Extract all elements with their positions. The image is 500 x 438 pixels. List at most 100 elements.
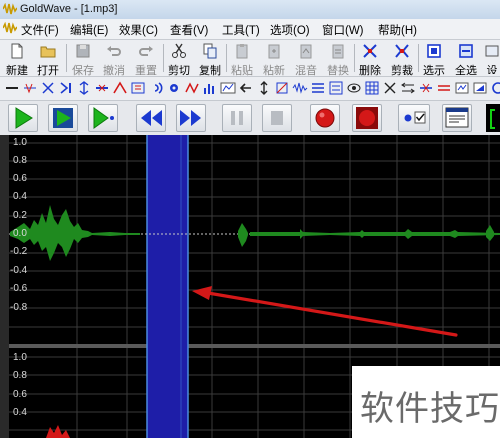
cut-label: 剪切: [168, 65, 190, 77]
paste-new-label: 粘新: [263, 65, 285, 77]
tick-label: 0.8: [13, 155, 27, 166]
align-icon[interactable]: [130, 80, 146, 96]
replace-button[interactable]: 替换: [325, 42, 351, 77]
trim-button[interactable]: 剪裁: [389, 42, 415, 77]
rewind-button[interactable]: [136, 104, 166, 132]
fast-forward-icon: [180, 110, 201, 126]
pause-button[interactable]: [222, 104, 252, 132]
new-file-icon: [11, 43, 23, 59]
select-display-button[interactable]: 选示: [421, 42, 447, 77]
resample-icon[interactable]: [328, 80, 344, 96]
play-from-cursor-button[interactable]: [88, 104, 118, 132]
pause-icon: [231, 111, 243, 125]
time-display: [486, 104, 500, 132]
volume-icon[interactable]: [472, 80, 488, 96]
document-menu-icon[interactable]: [3, 22, 17, 34]
undo-button[interactable]: 撤消: [101, 42, 127, 77]
play-button[interactable]: [8, 104, 38, 132]
new-label: 新建: [6, 65, 28, 77]
paste-clipboard-icon: [236, 44, 248, 59]
copy-button[interactable]: 复制: [197, 42, 223, 77]
watermark: 软件技巧: [352, 366, 500, 438]
compress-icon[interactable]: [94, 80, 110, 96]
menu-window[interactable]: 窗口(W): [322, 22, 364, 38]
silence-icon[interactable]: [418, 80, 434, 96]
invert-icon[interactable]: [274, 80, 290, 96]
play-selection-button[interactable]: [48, 104, 78, 132]
fade-icon[interactable]: [58, 80, 74, 96]
menu-view[interactable]: 查看(V): [170, 22, 208, 38]
monitor-checkbox-icon: [404, 111, 426, 124]
dash-icon[interactable]: [4, 80, 20, 96]
arrow-left-icon[interactable]: [238, 80, 254, 96]
pan-icon[interactable]: [382, 80, 398, 96]
select-all-button[interactable]: 全选: [453, 42, 479, 77]
monitor-toggle-button[interactable]: [398, 104, 430, 132]
separator: [418, 44, 419, 72]
stereo-icon[interactable]: [436, 80, 452, 96]
echo-icon[interactable]: [148, 80, 164, 96]
record-button[interactable]: [310, 104, 340, 132]
grid-icon[interactable]: [364, 80, 380, 96]
new-button[interactable]: 新建: [4, 42, 30, 77]
trim-icon: [395, 44, 409, 58]
selection-region: [147, 135, 188, 438]
open-folder-icon: [40, 46, 56, 58]
menu-tools[interactable]: 工具(T): [222, 22, 260, 38]
open-button[interactable]: 打开: [34, 42, 62, 77]
expand-icon[interactable]: [76, 80, 92, 96]
dc-offset-icon[interactable]: [22, 80, 38, 96]
select-all-icon: [459, 44, 473, 58]
reverse-icon[interactable]: [400, 80, 416, 96]
menu-options[interactable]: 选项(O): [270, 22, 310, 38]
paste-new-icon: [268, 44, 280, 59]
stop-button[interactable]: [262, 104, 292, 132]
spectrum-icon[interactable]: [220, 80, 236, 96]
bounce-icon[interactable]: [112, 80, 128, 96]
window-properties-icon: [445, 107, 469, 128]
offset-icon[interactable]: [256, 80, 272, 96]
fast-forward-button[interactable]: [176, 104, 206, 132]
separator: [226, 44, 227, 72]
gear-filter-icon[interactable]: [166, 80, 182, 96]
playback-rate-icon[interactable]: [310, 80, 326, 96]
eye-icon[interactable]: [346, 80, 362, 96]
replace-label: 替换: [327, 65, 349, 77]
mirror-icon[interactable]: [40, 80, 56, 96]
scissors-icon: [172, 43, 186, 58]
goldwave-app-icon: [3, 3, 17, 15]
menu-file[interactable]: 文件(F): [21, 22, 59, 38]
channel-divider: [9, 344, 500, 348]
menu-help[interactable]: 帮助(H): [378, 22, 417, 38]
record-icon: [315, 108, 335, 128]
tick-label: 0.2: [13, 210, 27, 221]
separator: [354, 44, 355, 72]
menu-edit[interactable]: 编辑(E): [70, 22, 108, 38]
effects-toolbar: [0, 77, 500, 101]
trim-label: 剪裁: [391, 65, 413, 77]
delete-button[interactable]: 删除: [357, 42, 383, 77]
save-button[interactable]: 保存: [70, 42, 96, 77]
equalizer-icon[interactable]: [202, 80, 218, 96]
noise-icon[interactable]: [292, 80, 308, 96]
waveform-bottom-channel: [46, 425, 70, 438]
paste-button[interactable]: 粘贴: [229, 42, 255, 77]
settings-icon: [485, 45, 499, 57]
pitch-icon[interactable]: [184, 80, 200, 96]
menu-effects[interactable]: 效果(C): [119, 22, 158, 38]
stop-icon: [271, 111, 283, 125]
more-tools-icon[interactable]: [490, 80, 500, 96]
main-toolbar: 新建 打开 保存 撤消 重置 剪切 复制 粘贴 粘新 混音 替换 删除 剪裁 选…: [0, 40, 500, 77]
paste-new-button[interactable]: 粘新: [261, 42, 287, 77]
time-warp-icon[interactable]: [454, 80, 470, 96]
watermark-text: 软件技巧: [360, 389, 500, 429]
redo-button[interactable]: 重置: [133, 42, 159, 77]
play-cursor-icon: [93, 107, 114, 129]
cut-button[interactable]: 剪切: [166, 42, 192, 77]
mix-button[interactable]: 混音: [293, 42, 319, 77]
control-properties-button[interactable]: [442, 104, 472, 132]
separator: [66, 44, 67, 72]
tick-label: -0.8: [10, 302, 28, 313]
settings-button[interactable]: 设: [484, 42, 500, 74]
record-selection-button[interactable]: [352, 104, 382, 132]
